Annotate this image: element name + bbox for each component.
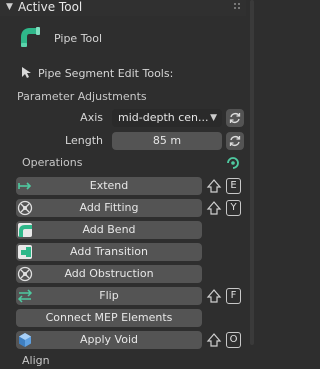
axis-dropdown[interactable]: mid-depth cen... ▼: [112, 109, 222, 127]
apply-void-button[interactable]: Apply Void: [16, 331, 202, 349]
pipe-tool-icon[interactable]: [20, 26, 42, 48]
axis-reset-button[interactable]: [226, 109, 244, 127]
flip-arrows-icon: [17, 288, 33, 304]
panel-scrollbar[interactable]: [250, 0, 254, 345]
add-obstruction-button[interactable]: Add Obstruction: [16, 265, 202, 283]
shift-key-icon: [206, 200, 222, 216]
parameter-adjustments-heading: Parameter Adjustments: [17, 90, 147, 103]
connect-mep-elements-button[interactable]: Connect MEP Elements: [16, 309, 202, 327]
length-field[interactable]: 85 m: [112, 132, 222, 150]
cursor-arrow-icon: [20, 66, 32, 78]
add-transition-label: Add Transition: [70, 245, 148, 258]
hotkey-f: F: [226, 288, 241, 304]
fitting-icon: [17, 200, 33, 216]
align-heading: Align: [22, 354, 50, 367]
transition-icon: [17, 244, 33, 260]
extend-arrow-icon: [17, 178, 33, 194]
add-fitting-button[interactable]: Add Fitting: [16, 199, 202, 217]
hotkey-y: Y: [226, 200, 241, 216]
collapse-chevron-icon[interactable]: ▼: [6, 2, 13, 12]
hotkey-e: E: [226, 178, 241, 194]
tool-name: Pipe Tool: [54, 32, 103, 45]
chevron-down-icon: ▼: [210, 113, 217, 123]
shift-key-icon: [206, 288, 222, 304]
apply-void-label: Apply Void: [80, 333, 138, 346]
shift-key-icon: [206, 178, 222, 194]
add-fitting-label: Add Fitting: [79, 201, 139, 214]
axis-dropdown-value: mid-depth cen...: [118, 111, 209, 124]
axis-label: Axis: [80, 111, 103, 124]
add-transition-button[interactable]: Add Transition: [16, 243, 202, 261]
connect-mep-elements-label: Connect MEP Elements: [45, 311, 173, 324]
edit-tools-label: Pipe Segment Edit Tools:: [38, 67, 174, 80]
shift-key-icon: [206, 332, 222, 348]
void-cube-icon: [17, 332, 33, 348]
panel-title: Active Tool: [18, 0, 83, 14]
extend-button[interactable]: Extend: [16, 177, 202, 195]
drag-grip-icon[interactable]: [234, 3, 242, 11]
operations-heading: Operations: [22, 156, 83, 169]
add-bend-button[interactable]: Add Bend: [16, 221, 202, 239]
length-label: Length: [65, 134, 103, 147]
flip-label: Flip: [99, 289, 119, 302]
obstruction-icon: [17, 266, 33, 282]
hotkey-o: O: [226, 332, 241, 348]
operations-refresh-icon[interactable]: [225, 155, 241, 171]
add-obstruction-label: Add Obstruction: [64, 267, 154, 280]
refresh-icon: [229, 136, 241, 146]
refresh-icon: [229, 113, 241, 123]
length-reset-button[interactable]: [226, 132, 244, 150]
add-bend-label: Add Bend: [82, 223, 136, 236]
extend-label: Extend: [89, 179, 129, 192]
bend-icon: [17, 222, 33, 238]
flip-button[interactable]: Flip: [16, 287, 202, 305]
